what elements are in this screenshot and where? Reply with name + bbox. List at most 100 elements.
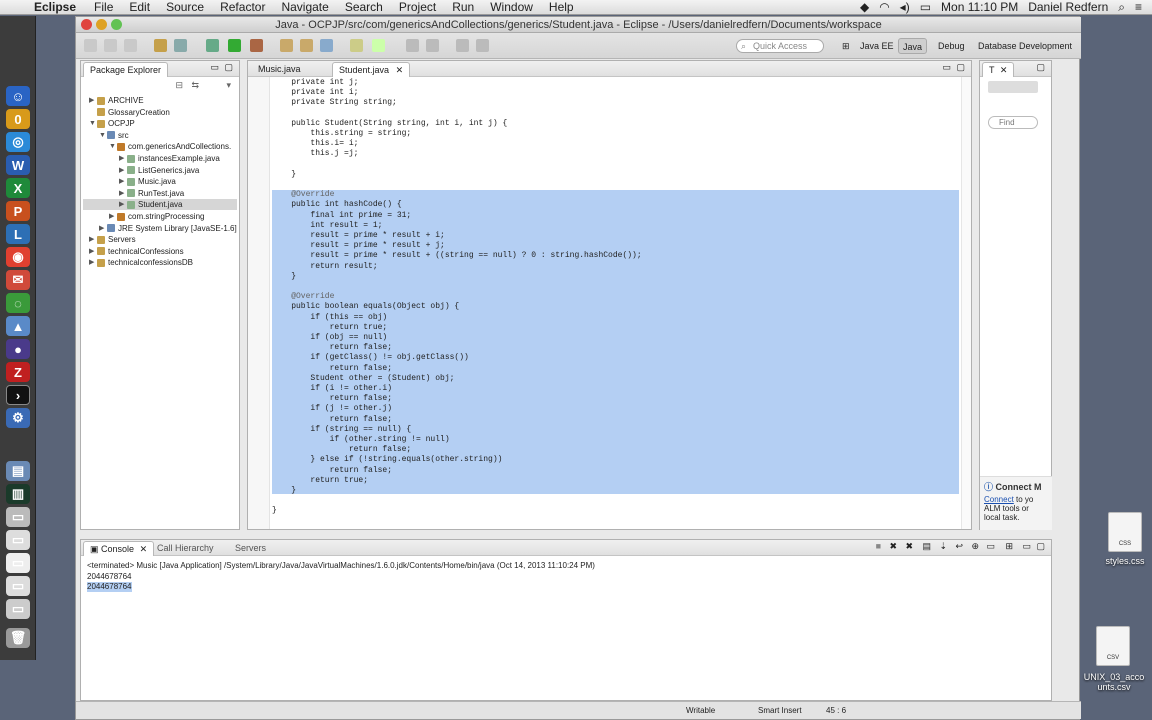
collapsed-icon[interactable]: ▶ <box>119 188 127 199</box>
code-line[interactable]: @Override <box>272 190 334 200</box>
next-annotation-icon[interactable] <box>406 39 419 52</box>
code-line[interactable]: this.string = string; <box>272 129 411 139</box>
code-line[interactable]: result = prime * result + i; <box>272 231 444 241</box>
view-menu-icon[interactable]: ▾ <box>226 80 231 91</box>
code-line[interactable]: if (j != other.j) <box>272 404 392 414</box>
back-icon[interactable] <box>456 39 469 52</box>
tab-call-hierarchy[interactable]: Call Hierarchy <box>151 541 220 556</box>
connect-link[interactable]: Connect <box>984 495 1014 504</box>
document-icon-3[interactable]: ▭ <box>6 576 30 596</box>
code-line[interactable]: return false; <box>272 364 392 374</box>
code-line[interactable]: return result; <box>272 262 377 272</box>
tree-item[interactable]: ▶ JRE System Library [JavaSE-1.6] <box>83 223 237 234</box>
code-line[interactable]: public boolean equals(Object obj) { <box>272 302 459 312</box>
open-console-icon[interactable]: ⊞ <box>1005 541 1013 552</box>
menu-navigate[interactable]: Navigate <box>273 0 336 14</box>
menu-edit[interactable]: Edit <box>121 0 158 14</box>
pin-console-icon[interactable]: ⊕ <box>971 541 979 552</box>
collapsed-icon[interactable]: ▶ <box>119 176 127 187</box>
battery-icon[interactable]: ▭ <box>920 0 931 14</box>
downloads-stack-icon[interactable]: ▤ <box>6 461 30 481</box>
system-preferences-icon[interactable]: ⚙ <box>6 408 30 428</box>
tree-item[interactable]: GlossaryCreation <box>83 107 237 118</box>
minimize-icon[interactable]: ▭ <box>210 62 219 73</box>
minimize-icon[interactable]: ▭ <box>942 62 951 73</box>
code-line[interactable]: } <box>272 506 277 516</box>
finder-icon[interactable]: ☺ <box>6 86 30 106</box>
new-java-project-icon[interactable] <box>280 39 293 52</box>
debug-icon[interactable] <box>206 39 219 52</box>
maximize-icon[interactable]: ▢ <box>1036 541 1045 552</box>
preview-icon[interactable]: ▲ <box>6 316 30 336</box>
code-line[interactable]: return true; <box>272 323 388 333</box>
collapsed-icon[interactable]: ▶ <box>89 246 97 257</box>
app-name-menu[interactable]: Eclipse <box>30 0 86 14</box>
overview-ruler[interactable] <box>961 77 971 529</box>
collapse-all-icon[interactable]: ⊟ <box>175 80 183 91</box>
task-toolbar[interactable] <box>988 81 1038 93</box>
code-line[interactable]: @Override <box>272 292 334 302</box>
tree-item[interactable]: ▶ technicalconfessionsDB <box>83 257 237 268</box>
new-package-icon[interactable] <box>300 39 313 52</box>
chrome-icon[interactable]: ◉ <box>6 247 30 267</box>
menu-file[interactable]: File <box>86 0 121 14</box>
dropbox-icon[interactable]: ◆ <box>860 0 869 14</box>
collapsed-icon[interactable]: ▶ <box>119 153 127 164</box>
tree-item[interactable]: ▼ OCPJP <box>83 118 237 129</box>
close-tab-icon[interactable]: ✕ <box>396 65 404 75</box>
new-class-icon[interactable] <box>320 39 333 52</box>
zoom-window-icon[interactable] <box>111 19 122 30</box>
close-tab-icon[interactable]: ✕ <box>140 544 148 554</box>
expanded-icon[interactable]: ▼ <box>99 130 107 141</box>
code-line[interactable]: if (obj == null) <box>272 333 387 343</box>
code-line[interactable]: } <box>272 170 296 180</box>
document-icon-2[interactable]: ▭ <box>6 553 30 573</box>
code-line[interactable]: public Student(String string, int i, int… <box>272 119 507 129</box>
document-icon-4[interactable]: ▭ <box>6 599 30 619</box>
collapsed-icon[interactable]: ▶ <box>109 211 117 222</box>
tab-console[interactable]: ▣ Console ✕ <box>83 541 155 556</box>
menu-search[interactable]: Search <box>337 0 391 14</box>
new-icon[interactable] <box>84 39 97 52</box>
search-icon[interactable] <box>372 39 385 52</box>
collapsed-icon[interactable]: ▶ <box>119 199 127 210</box>
eclipse-icon[interactable]: ● <box>6 339 30 359</box>
clock[interactable]: Mon 11:10 PM <box>941 0 1018 14</box>
code-line[interactable]: if (this == obj) <box>272 313 387 323</box>
status-insert-mode[interactable]: Smart Insert <box>758 706 802 715</box>
menu-refactor[interactable]: Refactor <box>212 0 273 14</box>
run-icon[interactable] <box>228 39 241 52</box>
filezilla-icon[interactable]: Z <box>6 362 30 382</box>
code-line[interactable]: private int j; <box>272 78 358 88</box>
scroll-lock-icon[interactable]: ⇣ <box>939 541 947 552</box>
maximize-icon[interactable]: ▢ <box>1036 62 1045 73</box>
desktop-file-label-styles-css[interactable]: styles.css <box>1098 556 1152 566</box>
open-type-icon[interactable] <box>350 39 363 52</box>
excel-icon[interactable]: X <box>6 178 30 198</box>
desktop-file-label-unix-accounts[interactable]: UNIX_03_acco unts.csv <box>1082 672 1146 692</box>
quick-access-input[interactable]: ⌕ Quick Access <box>736 39 824 53</box>
terminal-icon[interactable]: › <box>6 385 30 405</box>
close-tab-icon[interactable]: ✕ <box>1000 65 1008 75</box>
tree-item[interactable]: ▶ Music.java <box>83 176 237 187</box>
save-icon[interactable] <box>104 39 117 52</box>
code-line[interactable]: public int hashCode() { <box>272 200 401 210</box>
perspective-database-development[interactable]: Database Development <box>974 38 1076 54</box>
tab-music-java[interactable]: Music.java <box>252 62 307 77</box>
code-line[interactable]: } <box>272 486 296 496</box>
external-tools-icon[interactable] <box>250 39 263 52</box>
code-line[interactable]: private String string; <box>272 98 397 108</box>
tab-package-explorer[interactable]: Package Explorer <box>83 62 169 77</box>
desktop-file-styles-css[interactable]: CSS <box>1108 512 1142 552</box>
mail-icon[interactable]: ✉ <box>6 270 30 290</box>
close-window-icon[interactable] <box>81 19 92 30</box>
desktop-file-unix-accounts-csv[interactable]: CSV <box>1096 626 1130 666</box>
code-line[interactable]: return true; <box>272 476 368 486</box>
perspective-debug[interactable]: Debug <box>934 38 969 54</box>
window-titlebar[interactable]: Java - OCPJP/src/com/genericsAndCollecti… <box>76 17 1081 33</box>
notification-center-icon[interactable]: ≡ <box>1135 0 1142 14</box>
tab-servers[interactable]: Servers <box>229 541 272 556</box>
collapsed-icon[interactable]: ▶ <box>119 165 127 176</box>
tree-item[interactable]: ▼ src <box>83 130 237 141</box>
code-line[interactable]: } else if (!string.equals(other.string)) <box>272 455 502 465</box>
